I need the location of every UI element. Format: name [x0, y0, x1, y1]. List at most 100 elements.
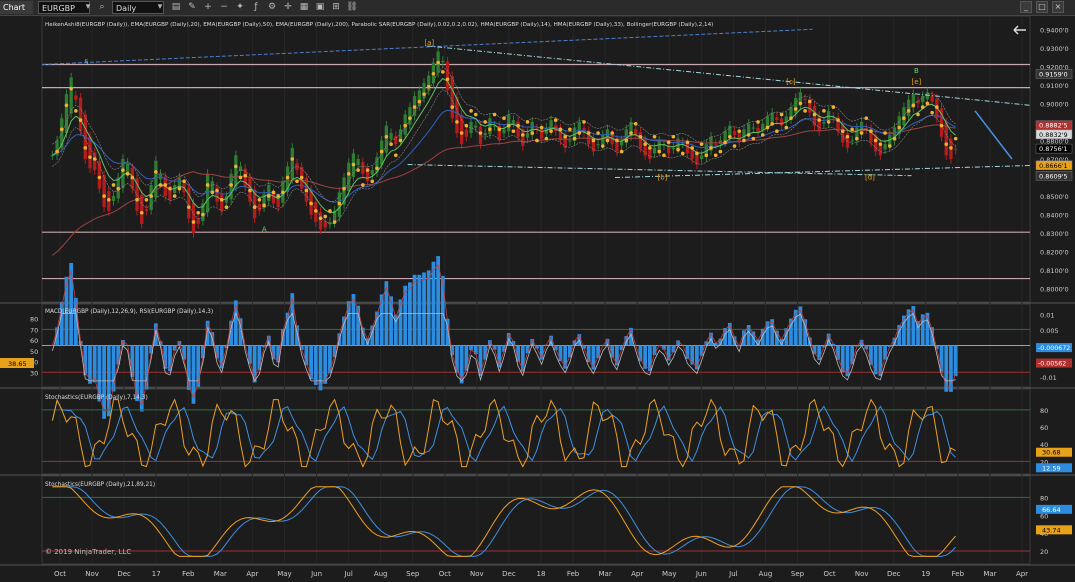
tile-icon[interactable]: ⊞: [330, 1, 342, 14]
sar-dot: [332, 220, 337, 224]
bar-type-icon[interactable]: ▤: [170, 1, 182, 14]
candle-body: [474, 125, 478, 128]
sar-dot: [436, 60, 440, 65]
price-tag-label: 0.8756'1: [1039, 145, 1068, 153]
sar-dot: [831, 105, 836, 109]
candle-body: [930, 95, 934, 102]
indicators-icon[interactable]: ƒ: [250, 1, 262, 14]
strategies-icon[interactable]: ✦: [234, 1, 246, 14]
sar-dot: [431, 71, 436, 76]
sar-dot: [478, 131, 483, 135]
candle-body: [220, 194, 224, 211]
macd-bar: [375, 311, 379, 346]
stoch-tick-label: 80: [1040, 494, 1048, 502]
sar-dot: [906, 109, 911, 113]
sar-dot: [281, 190, 285, 195]
sar-dot: [361, 183, 365, 187]
x-tick-label: Oct: [824, 570, 836, 578]
data-box-icon[interactable]: ▣: [314, 1, 326, 14]
dropdown-icon[interactable]: ▾: [82, 1, 94, 14]
sar-dot: [201, 212, 205, 217]
zoom-in-icon[interactable]: +: [202, 1, 214, 14]
wave-label: [c]: [786, 78, 796, 86]
stoch-indicators-label: Stochastics(EURGBP (Daily),7,14,3): [45, 395, 148, 401]
sar-dot: [605, 138, 610, 143]
macd-bar: [643, 345, 648, 369]
maximize-button[interactable]: □: [1036, 1, 1048, 13]
sar-dot: [949, 146, 953, 150]
rsi-tick-label: 80: [30, 316, 38, 324]
sar-dot: [205, 183, 210, 187]
x-tick-label: Jul: [343, 570, 353, 578]
candle-body: [64, 94, 69, 134]
sar-dot: [770, 121, 774, 126]
sar-dot: [64, 103, 69, 108]
sar-dot: [441, 70, 445, 74]
sar-dot: [262, 203, 266, 208]
x-tick-label: Feb: [182, 570, 195, 578]
y-tick-label: 0.9400'0: [1040, 26, 1069, 34]
zoom-out-icon[interactable]: −: [218, 1, 230, 14]
macd-bar: [911, 306, 916, 346]
sar-dot: [426, 84, 431, 89]
sar-dot: [657, 149, 662, 154]
sar-dot: [549, 129, 553, 133]
sar-dot: [323, 214, 328, 219]
macd-bar: [873, 345, 878, 375]
candle-body: [954, 148, 958, 150]
sar-dot: [953, 136, 958, 141]
properties-icon[interactable]: ⚙: [266, 1, 278, 14]
macd-tick-label: 0.01: [1040, 311, 1054, 319]
search-icon[interactable]: ⌕: [96, 1, 108, 14]
sar-dot: [723, 140, 727, 145]
sar-dot: [521, 133, 525, 137]
sar-dot: [163, 183, 168, 187]
rsi-tick-label: 50: [30, 348, 38, 356]
sar-dot: [516, 123, 520, 128]
macd-bar: [426, 270, 431, 346]
candle-body: [539, 128, 544, 139]
candle-body: [944, 122, 948, 156]
sar-dot: [69, 86, 73, 91]
sar-dot: [182, 179, 186, 184]
sar-dot: [417, 99, 422, 104]
candle-body: [516, 121, 520, 137]
crosshair-icon[interactable]: ✛: [282, 1, 294, 14]
sar-dot: [502, 116, 506, 121]
close-button[interactable]: ×: [1052, 1, 1064, 13]
sar-dot: [732, 144, 737, 148]
chart-tab[interactable]: Chart: [0, 1, 33, 14]
macd-bar: [135, 345, 139, 401]
sar-dot: [728, 134, 732, 139]
sar-dot: [234, 164, 238, 169]
x-tick-label: Mar: [599, 570, 612, 578]
x-tick-label: Feb: [567, 570, 580, 578]
link-icon[interactable]: ⛓: [346, 1, 358, 14]
candle-body: [737, 133, 741, 143]
sar-dot: [445, 77, 450, 82]
candle-body: [464, 129, 469, 137]
candle-body: [916, 101, 920, 104]
sar-dot: [808, 99, 812, 104]
macd-value-label: -0.00562: [1038, 361, 1066, 368]
price-tag-label: 0.8666'1: [1039, 162, 1068, 170]
sar-dot: [229, 183, 233, 187]
sar-dot: [751, 136, 756, 141]
chevron-down-icon[interactable]: ▾: [154, 1, 166, 14]
sar-dot: [88, 155, 92, 159]
sar-dot: [107, 197, 111, 202]
candle-body: [676, 138, 680, 149]
macd-bar: [798, 306, 803, 346]
sar-dot: [299, 175, 304, 180]
wave-label: [b]: [658, 173, 668, 181]
macd-bar: [840, 345, 845, 373]
templates-icon[interactable]: ▦: [298, 1, 310, 14]
sar-dot: [276, 194, 280, 198]
candle-body: [290, 147, 294, 180]
stoch-value-label: 66.64: [1042, 506, 1061, 514]
minimize-button[interactable]: _: [1020, 1, 1032, 13]
drawing-tools-icon[interactable]: ✎: [186, 1, 198, 14]
sar-dot: [652, 134, 657, 139]
chart-area[interactable]: 5 A [a] [b] [c] [d] B [e] HeikenAshi8(EURGBP (Da…: [0, 16, 1075, 582]
sar-dot: [257, 197, 262, 202]
